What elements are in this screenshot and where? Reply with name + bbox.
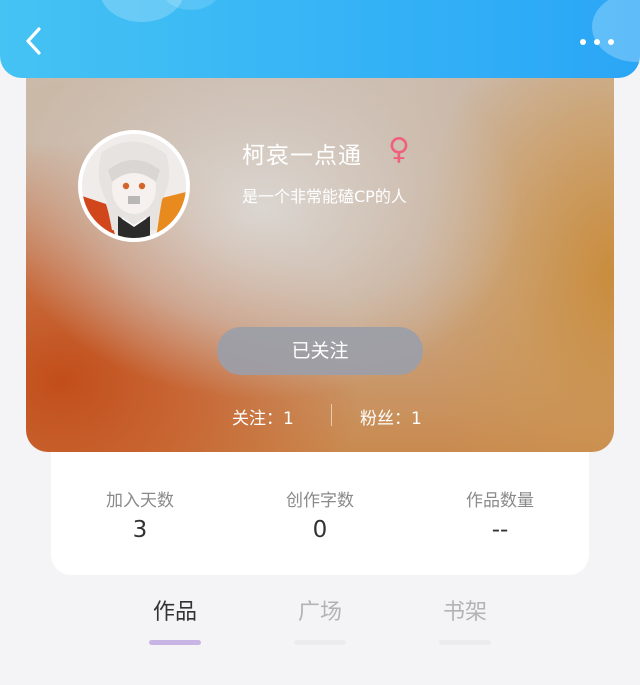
stat-value: -- — [491, 517, 509, 543]
back-button[interactable] — [18, 24, 52, 58]
stat-value: 3 — [132, 517, 148, 543]
more-horizontal-icon — [580, 39, 586, 45]
tab-indicator — [439, 640, 491, 645]
follow-button[interactable]: 已关注 — [217, 327, 423, 375]
stat-join-days: 加入天数 3 — [60, 486, 220, 543]
stat-word-count: 创作字数 0 — [240, 486, 400, 543]
divider — [331, 404, 332, 426]
tab-bookshelf[interactable]: 书架 — [425, 594, 505, 645]
stat-value: 0 — [312, 517, 328, 543]
tab-label: 书架 — [442, 600, 487, 625]
female-icon: ♀ — [388, 132, 410, 167]
stat-label: 加入天数 — [106, 491, 174, 511]
tab-indicator — [149, 640, 201, 645]
tab-plaza[interactable]: 广场 — [280, 594, 360, 645]
tab-label: 作品 — [152, 600, 197, 625]
tab-works[interactable]: 作品 — [135, 594, 215, 645]
profile-bio: 是一个非常能磕CP的人 — [242, 187, 407, 206]
stat-label: 创作字数 — [286, 491, 354, 511]
stat-works-count: 作品数量 -- — [420, 486, 580, 543]
profile-name: 柯哀一点通 — [242, 143, 362, 169]
decor-bubble — [592, 0, 640, 62]
stats-card: 加入天数 3 创作字数 0 作品数量 -- — [51, 452, 589, 575]
following-count[interactable]: 关注：1 — [232, 404, 294, 429]
profile-hero-card: 柯哀一点通 ♀ 是一个非常能磕CP的人 已关注 关注：1 粉丝：1 — [26, 60, 614, 452]
header-bar — [0, 0, 640, 78]
avatar[interactable] — [78, 130, 190, 242]
tab-indicator — [294, 640, 346, 645]
tab-label: 广场 — [297, 600, 342, 625]
fans-count[interactable]: 粉丝：1 — [360, 404, 422, 429]
more-button[interactable] — [580, 36, 614, 48]
stat-label: 作品数量 — [466, 491, 534, 511]
chevron-left-icon — [26, 27, 41, 55]
